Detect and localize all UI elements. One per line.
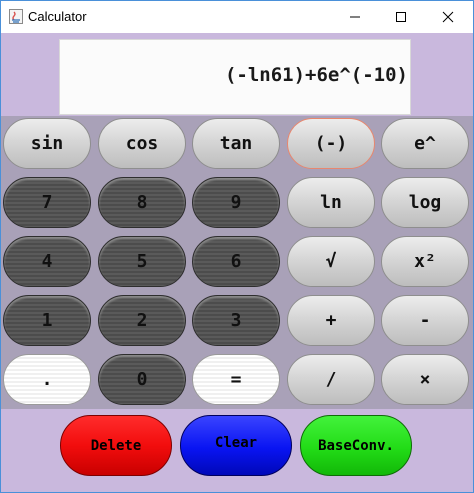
close-button[interactable] bbox=[425, 1, 471, 33]
clear-button[interactable]: Clear bbox=[180, 415, 292, 476]
sqrt-button[interactable]: √ bbox=[287, 236, 375, 287]
digit-1-button[interactable]: 1 bbox=[3, 295, 91, 346]
digit-3-button[interactable]: 3 bbox=[192, 295, 280, 346]
window-title: Calculator bbox=[28, 9, 87, 24]
keypad: sin cos tan (-) e^ 7 8 9 ln log 4 5 6 √ … bbox=[1, 116, 473, 409]
square-button[interactable]: x² bbox=[381, 236, 469, 287]
digit-5-button[interactable]: 5 bbox=[98, 236, 186, 287]
title-bar: Calculator bbox=[1, 1, 473, 33]
tan-button[interactable]: tan bbox=[192, 118, 280, 169]
digit-2-button[interactable]: 2 bbox=[98, 295, 186, 346]
equals-button[interactable]: = bbox=[192, 354, 280, 405]
minimize-button[interactable] bbox=[332, 1, 378, 33]
decimal-button[interactable]: . bbox=[3, 354, 91, 405]
digit-8-button[interactable]: 8 bbox=[98, 177, 186, 228]
baseconv-button[interactable]: BaseConv. bbox=[300, 415, 412, 476]
plus-button[interactable]: + bbox=[287, 295, 375, 346]
log-button[interactable]: log bbox=[381, 177, 469, 228]
multiply-button[interactable]: × bbox=[381, 354, 469, 405]
java-app-icon bbox=[9, 9, 23, 24]
sin-button[interactable]: sin bbox=[3, 118, 91, 169]
maximize-icon bbox=[395, 11, 407, 23]
digit-9-button[interactable]: 9 bbox=[192, 177, 280, 228]
divide-button[interactable]: / bbox=[287, 354, 375, 405]
digit-0-button[interactable]: 0 bbox=[98, 354, 186, 405]
minimize-icon bbox=[349, 11, 361, 23]
maximize-button[interactable] bbox=[378, 1, 424, 33]
digit-7-button[interactable]: 7 bbox=[3, 177, 91, 228]
digit-4-button[interactable]: 4 bbox=[3, 236, 91, 287]
calculator-window: Calculator (-ln61)+6e^(-10) sin cos tan … bbox=[0, 0, 474, 493]
expression-display: (-ln61)+6e^(-10) bbox=[59, 39, 411, 115]
expression-text: (-ln61)+6e^(-10) bbox=[224, 64, 408, 86]
ln-button[interactable]: ln bbox=[287, 177, 375, 228]
minus-button[interactable]: - bbox=[381, 295, 469, 346]
negate-button[interactable]: (-) bbox=[287, 118, 375, 169]
bottom-button-bar: Delete Clear BaseConv. bbox=[1, 409, 473, 492]
cos-button[interactable]: cos bbox=[98, 118, 186, 169]
close-icon bbox=[442, 11, 454, 23]
digit-6-button[interactable]: 6 bbox=[192, 236, 280, 287]
exp-button[interactable]: e^ bbox=[381, 118, 469, 169]
display-area: (-ln61)+6e^(-10) bbox=[1, 33, 473, 116]
delete-button[interactable]: Delete bbox=[60, 415, 172, 476]
